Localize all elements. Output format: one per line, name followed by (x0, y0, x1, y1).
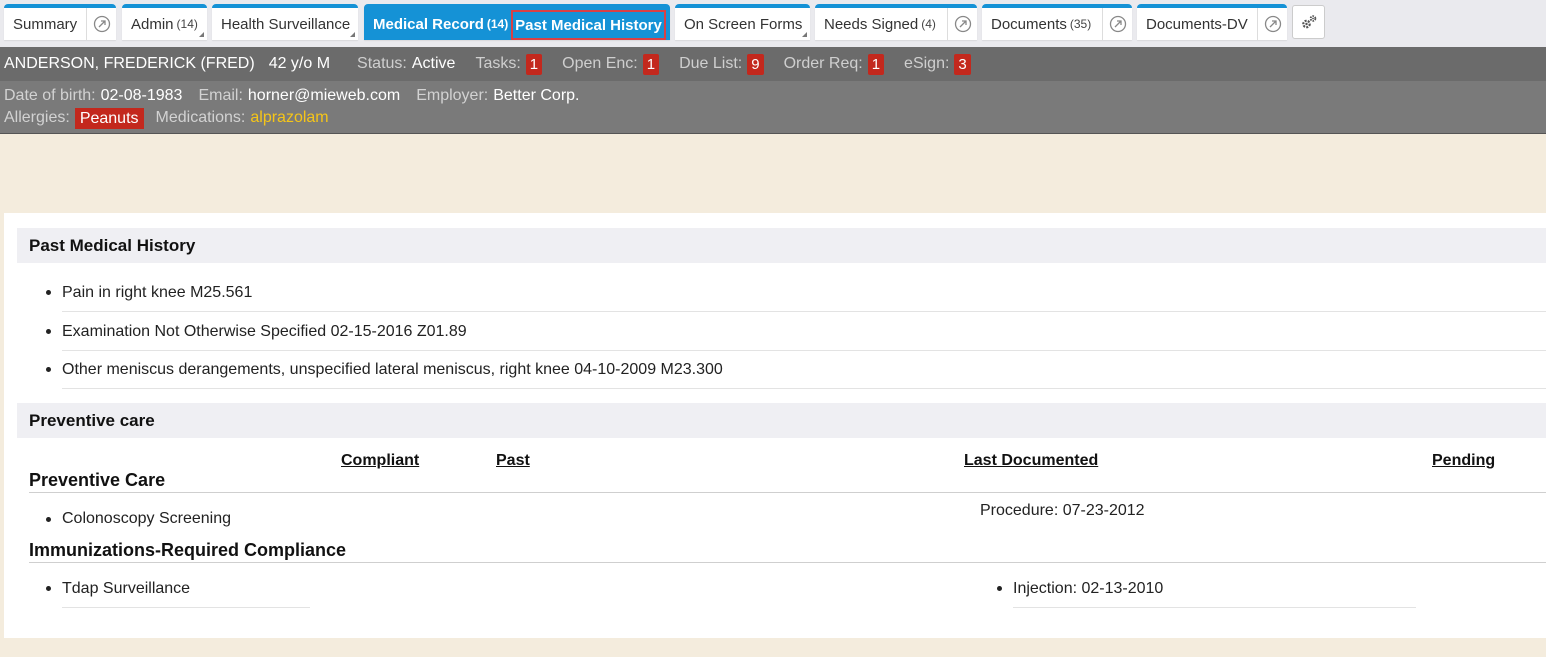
open-external-icon[interactable] (1257, 8, 1287, 40)
column-header-past[interactable]: Past (496, 452, 530, 470)
tab-medical-record-count: (14) (486, 17, 509, 31)
dropdown-caret-icon (350, 32, 355, 37)
column-header-compliant[interactable]: Compliant (341, 452, 419, 470)
open-enc-badge[interactable]: 1 (642, 53, 660, 75)
esign-label: eSign: (904, 55, 950, 72)
tab-needs-signed-count: (4) (921, 17, 936, 31)
list-item-text: Examination Not Otherwise Specified 02-1… (62, 322, 467, 340)
patient-contact-row: Date of birth: 02-08-1983 Email: horner@… (4, 85, 1546, 107)
patient-details: Date of birth: 02-08-1983 Email: horner@… (0, 81, 1546, 134)
due-list-badge[interactable]: 9 (747, 53, 764, 75)
tab-summary-label: Summary (13, 15, 78, 33)
medication-value: alprazolam (250, 109, 329, 126)
allergy-badge: Peanuts (74, 107, 144, 129)
tab-summary[interactable]: Summary (4, 4, 116, 40)
tab-documents[interactable]: Documents (35) (982, 4, 1132, 40)
patient-name[interactable]: ANDERSON, FREDERICK (FRED) (4, 55, 255, 73)
email-label: Email: (198, 87, 243, 104)
tasks-label: Tasks: (475, 55, 521, 72)
open-external-icon[interactable] (1102, 8, 1132, 40)
list-item: Other meniscus derangements, unspecified… (46, 351, 1546, 389)
list-item: Pain in right knee M25.561 (46, 274, 1546, 312)
allergies-label: Allergies: (4, 109, 70, 126)
tab-documents-label: Documents (991, 15, 1067, 33)
list-item: Injection: 02-13-2010 (997, 570, 1416, 608)
open-enc-label: Open Enc: (562, 55, 638, 72)
group-title-immunizations: Immunizations-Required Compliance (29, 540, 347, 560)
bullet-icon (997, 586, 1002, 591)
bullet-icon (46, 329, 51, 334)
bullet-icon (46, 290, 51, 295)
section-title-past-medical-history: Past Medical History (17, 228, 1546, 263)
order-req-label: Order Req: (783, 55, 863, 72)
section-title-preventive-care: Preventive care (17, 403, 1546, 438)
tab-on-screen-forms[interactable]: On Screen Forms (675, 4, 810, 40)
tab-bar: Summary Admin (14) Health Surveillance M… (0, 0, 1546, 47)
tab-admin-label: Admin (131, 15, 174, 33)
status-value: Active (411, 55, 456, 72)
list-item: Tdap Surveillance (46, 570, 310, 608)
tab-medical-record-label: Medical Record (373, 15, 484, 33)
settings-button[interactable] (1292, 5, 1325, 39)
email-value[interactable]: horner@mieweb.com (248, 87, 400, 105)
open-external-icon[interactable] (86, 8, 116, 40)
list-item: Colonoscopy Screening (46, 500, 310, 538)
patient-age: 42 y/o M (268, 55, 331, 72)
tab-health-surveillance[interactable]: Health Surveillance (212, 4, 358, 40)
order-req-badge[interactable]: 1 (867, 53, 885, 75)
gears-icon (1300, 13, 1318, 31)
list-item: Examination Not Otherwise Specified 02-1… (46, 313, 1546, 351)
column-header-pending[interactable]: Pending (1432, 452, 1495, 470)
list-item-text: Other meniscus derangements, unspecified… (62, 360, 723, 378)
dropdown-caret-icon (199, 32, 204, 37)
content-panel: Past Medical History Pain in right knee … (4, 213, 1546, 638)
tab-needs-signed-label: Needs Signed (824, 15, 919, 33)
tab-documents-dv[interactable]: Documents-DV (1137, 4, 1287, 40)
tab-on-screen-forms-label: On Screen Forms (684, 15, 803, 33)
employer-label: Employer: (416, 87, 489, 104)
tab-needs-signed[interactable]: Needs Signed (4) (815, 4, 977, 40)
patient-banner: ANDERSON, FREDERICK (FRED) 42 y/o M Stat… (0, 47, 1546, 81)
dob-label: Date of birth: (4, 87, 96, 104)
dropdown-caret-icon (802, 32, 807, 37)
divider (29, 492, 1546, 493)
due-list-label: Due List: (679, 55, 743, 72)
patient-clinical-row: Allergies: Peanuts Medications: alprazol… (4, 107, 1546, 129)
dob-value: 02-08-1983 (100, 87, 183, 104)
bullet-icon (46, 367, 51, 372)
subtab-past-medical-history[interactable]: Past Medical History (511, 10, 666, 40)
medications-label: Medications: (155, 109, 246, 126)
divider (29, 562, 1546, 563)
tab-admin[interactable]: Admin (14) (122, 4, 207, 40)
last-documented-value: Procedure: 07-23-2012 (980, 502, 1145, 519)
list-item-text: Tdap Surveillance (62, 579, 191, 597)
column-header-last-documented[interactable]: Last Documented (964, 452, 1098, 470)
employer-value: Better Corp. (493, 87, 580, 104)
tasks-badge[interactable]: 1 (525, 53, 543, 75)
last-documented-value: Injection: 02-13-2010 (1013, 579, 1164, 597)
esign-badge[interactable]: 3 (954, 53, 971, 75)
bullet-icon (46, 516, 51, 522)
tab-documents-dv-label: Documents-DV (1146, 15, 1248, 33)
bullet-icon (46, 586, 51, 591)
group-title-preventive-care: Preventive Care (29, 470, 166, 490)
list-item-text: Pain in right knee M25.561 (62, 283, 253, 301)
open-external-icon[interactable] (947, 8, 977, 40)
list-item-text: Colonoscopy Screening (62, 510, 231, 527)
tab-admin-count: (14) (176, 17, 198, 31)
status-label: Status: (357, 55, 407, 72)
tab-health-surveillance-label: Health Surveillance (221, 15, 351, 33)
tab-documents-count: (35) (1069, 17, 1092, 31)
